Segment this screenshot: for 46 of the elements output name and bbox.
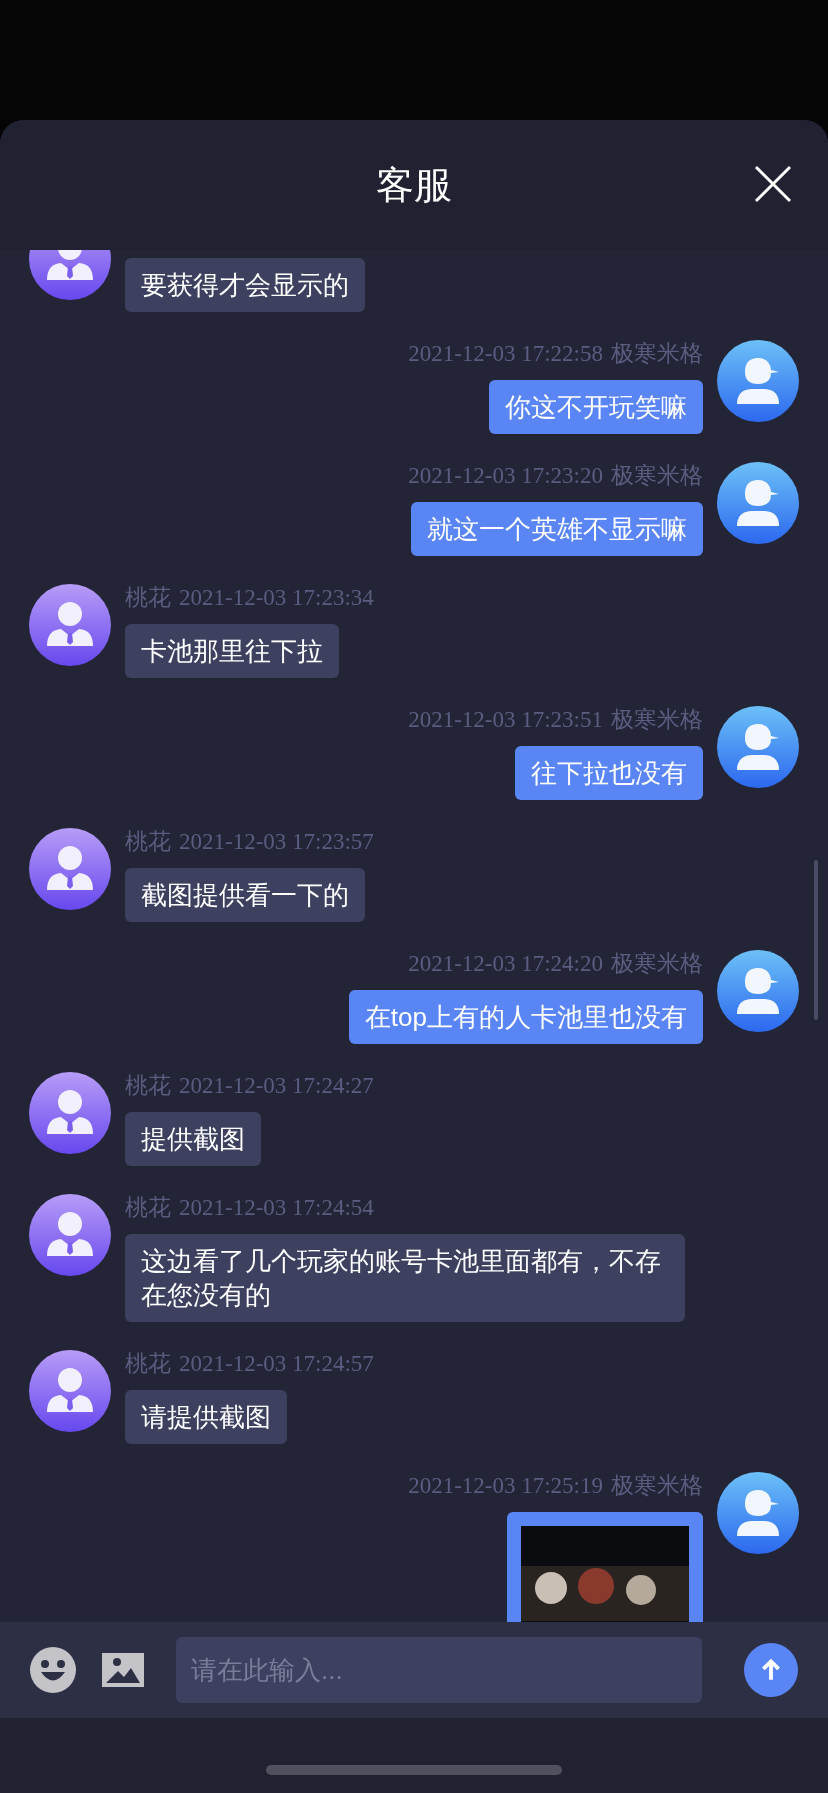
- user-avatar-icon: [717, 706, 799, 788]
- message-time: 2021-12-03 17:23:34: [179, 583, 374, 612]
- message-bubble: 这边看了几个玩家的账号卡池里面都有，不存在您没有的: [125, 1234, 685, 1322]
- message-bubble: 在top上有的人卡池里也没有: [348, 990, 703, 1044]
- emoji-button[interactable]: [30, 1647, 76, 1693]
- message-time: 2021-12-03 17:23:57: [179, 827, 374, 856]
- message-time: 2021-12-03 17:24:57: [179, 1349, 374, 1378]
- send-button[interactable]: [744, 1643, 798, 1697]
- sender-name: 极寒米格: [611, 949, 703, 978]
- message-bubble: 往下拉也没有: [515, 746, 703, 800]
- message-time: 2021-12-03 17:22:58: [408, 339, 603, 368]
- user-avatar-icon: [717, 950, 799, 1032]
- close-button[interactable]: [754, 165, 792, 203]
- sender-name: 极寒米格: [611, 339, 703, 368]
- agent-avatar-icon: [29, 1350, 111, 1432]
- message-time: 2021-12-03 17:23:51: [408, 705, 603, 734]
- message-input[interactable]: 请在此输入...: [176, 1637, 702, 1703]
- user-avatar-icon: [717, 462, 799, 544]
- agent-avatar-icon: [29, 1194, 111, 1276]
- message-bubble: 卡池那里往下拉: [125, 624, 339, 678]
- message-time: 2021-12-03 17:25:19: [408, 1471, 603, 1500]
- sender-name: 极寒米格: [611, 1471, 703, 1500]
- message-bubble: 你这不开玩笑嘛: [489, 380, 703, 434]
- sender-name: 桃花: [125, 583, 171, 612]
- message-time: 2021-12-03 17:24:20: [408, 949, 603, 978]
- sender-name: 桃花: [125, 1349, 171, 1378]
- agent-avatar-icon: [29, 828, 111, 910]
- sender-name: 桃花: [125, 827, 171, 856]
- sender-name: 桃花: [125, 1071, 171, 1100]
- image-button[interactable]: [102, 1653, 144, 1687]
- sender-name: 桃花: [125, 1193, 171, 1222]
- user-avatar-icon: [717, 340, 799, 422]
- message-bubble: 截图提供看一下的: [125, 868, 365, 922]
- message-bubble: 请提供截图: [125, 1390, 287, 1444]
- message-time: 2021-12-03 17:24:27: [179, 1071, 374, 1100]
- message-time: 2021-12-03 17:23:20: [408, 461, 603, 490]
- agent-avatar-icon: [29, 1072, 111, 1154]
- window-title: 客服: [376, 162, 452, 208]
- sender-name: 极寒米格: [611, 461, 703, 490]
- message-bubble: 提供截图: [125, 1112, 261, 1166]
- message-time: 2021-12-03 17:24:54: [179, 1193, 374, 1222]
- sender-name: 极寒米格: [611, 705, 703, 734]
- user-avatar-icon: [717, 1472, 799, 1554]
- agent-avatar-icon: [29, 584, 111, 666]
- message-bubble: 要获得才会显示的: [125, 258, 365, 312]
- message-bubble: 就这一个英雄不显示嘛: [411, 502, 703, 556]
